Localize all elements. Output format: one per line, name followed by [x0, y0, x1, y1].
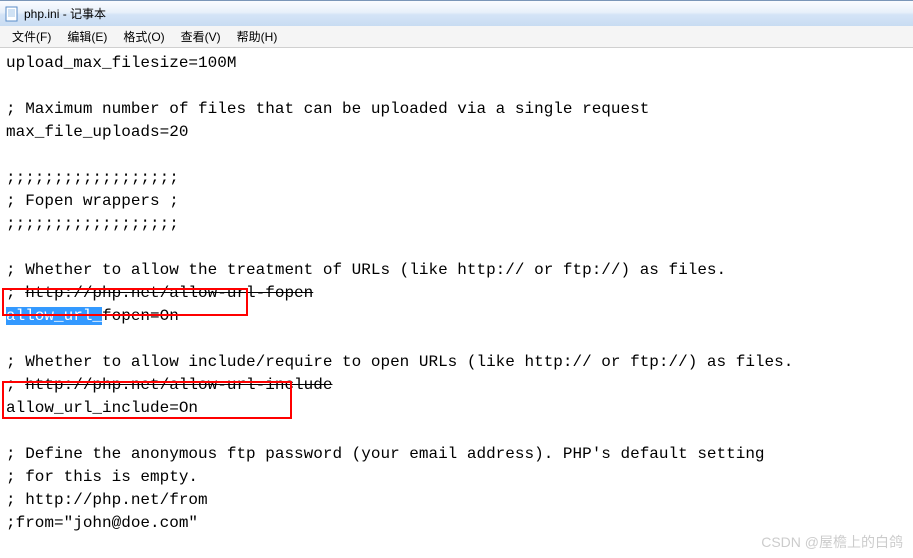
text-selection: allow_url_ [6, 307, 102, 325]
window-title: php.ini - 记事本 [24, 5, 106, 22]
text-line: ; Whether to allow the treatment of URLs… [6, 259, 907, 282]
text-line: ;;;;;;;;;;;;;;;;;; [6, 213, 907, 236]
struck-url: http://php.net/allow-url-fopen [25, 284, 313, 302]
menu-file[interactable]: 文件(F) [4, 26, 59, 47]
text-line: ; for this is empty. [6, 466, 907, 489]
text-line: ; http://php.net/allow-url-include [6, 374, 907, 397]
title-bar: php.ini - 记事本 [0, 0, 913, 26]
text-line [6, 236, 907, 259]
text-line: ; Maximum number of files that can be up… [6, 98, 907, 121]
text-line: allow_url_include=On [6, 397, 907, 420]
menu-edit[interactable]: 编辑(E) [59, 26, 115, 47]
text-line: max_file_uploads=20 [6, 121, 907, 144]
menu-format[interactable]: 格式(O) [115, 26, 172, 47]
menu-help[interactable]: 帮助(H) [229, 26, 286, 47]
text-line: ;;;;;;;;;;;;;;;;;; [6, 167, 907, 190]
menu-bar: 文件(F) 编辑(E) 格式(O) 查看(V) 帮助(H) [0, 26, 913, 48]
text-line [6, 144, 907, 167]
watermark: CSDN @屋檐上的白鸽 [761, 532, 903, 552]
text-line: upload_max_filesize=100M [6, 52, 907, 75]
text-line: ; http://php.net/allow-url-fopen [6, 282, 907, 305]
text-line: ; Define the anonymous ftp password (you… [6, 443, 907, 466]
text-line: allow_url_fopen=On [6, 305, 907, 328]
notepad-icon [4, 6, 20, 22]
text-line: ; http://php.net/from [6, 489, 907, 512]
text-line [6, 420, 907, 443]
text-line: ; Whether to allow include/require to op… [6, 351, 907, 374]
text-content[interactable]: upload_max_filesize=100M ; Maximum number… [0, 48, 913, 558]
text-line [6, 328, 907, 351]
struck-url: http://php.net/allow-url-include [25, 376, 332, 394]
menu-view[interactable]: 查看(V) [173, 26, 229, 47]
text-line [6, 75, 907, 98]
text-line: ; Fopen wrappers ; [6, 190, 907, 213]
